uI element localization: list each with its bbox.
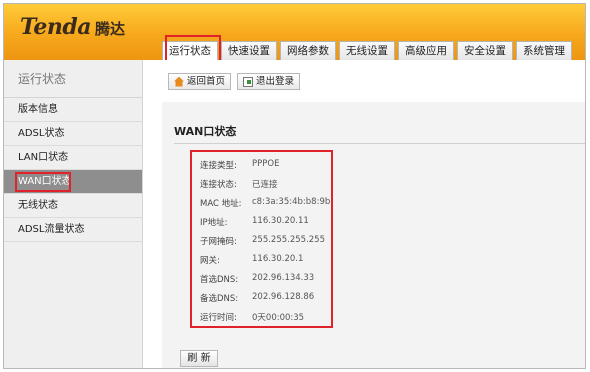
tab-quick-setup[interactable]: 快速设置 (221, 41, 277, 60)
info-label: MAC 地址: (200, 199, 242, 209)
sidebar-item-wireless-status[interactable]: 无线状态 (4, 194, 142, 218)
logo-text-en: Tenda (20, 14, 91, 40)
panel-divider (174, 143, 585, 144)
info-value: c8:3a:35:4b:b8:9b (252, 197, 331, 207)
info-row-connection-type: 连接类型: PPPOE (200, 159, 279, 171)
info-row-uptime: 运行时间: 0天00:00:35 (200, 311, 304, 323)
info-value: 0天00:00:35 (252, 313, 305, 323)
active-sidebar-highlight-box (15, 172, 71, 192)
logout-icon (243, 76, 254, 87)
sidebar-item-adsl-status[interactable]: ADSL状态 (4, 122, 142, 146)
toolbar: 返回首页 退出登录 (144, 60, 585, 98)
wan-status-panel: WAN口状态 连接类型: PPPOE 连接状态: 已连接 MAC 地址: c8:… (162, 102, 585, 368)
info-value: 116.30.20.11 (252, 216, 309, 226)
info-label: 连接状态: (200, 180, 237, 190)
router-admin-window: Tenda 腾达 运行状态 快速设置 网络参数 无线设置 高级应用 安全设置 系… (3, 3, 586, 369)
tenda-logo: Tenda 腾达 (20, 14, 125, 44)
info-label: 连接类型: (200, 161, 237, 171)
info-row-primary-dns: 首选DNS: 202.96.134.33 (200, 273, 314, 285)
header-bar: Tenda 腾达 运行状态 快速设置 网络参数 无线设置 高级应用 安全设置 系… (4, 4, 585, 60)
info-label: 首选DNS: (200, 275, 239, 285)
info-row-connection-status: 连接状态: 已连接 (200, 178, 278, 190)
info-row-ip-address: IP地址: 116.30.20.11 (200, 216, 309, 228)
sidebar-item-lan-status[interactable]: LAN口状态 (4, 146, 142, 170)
info-row-subnet-mask: 子网掩码: 255.255.255.255 (200, 235, 325, 247)
home-button-label: 返回首页 (187, 76, 226, 87)
info-label: 子网掩码: (200, 237, 237, 247)
info-row-mac-address: MAC 地址: c8:3a:35:4b:b8:9b (200, 197, 330, 209)
tab-system[interactable]: 系统管理 (516, 41, 572, 60)
tab-wireless[interactable]: 无线设置 (339, 41, 395, 60)
refresh-button[interactable]: 刷 新 (180, 350, 218, 367)
info-value: 255.255.255.255 (252, 235, 326, 245)
panel-title: WAN口状态 (174, 125, 237, 138)
tab-advanced[interactable]: 高级应用 (398, 41, 454, 60)
info-value: 202.96.134.33 (252, 273, 315, 283)
sidebar: 运行状态 版本信息 ADSL状态 LAN口状态 WAN口状态 无线状态 ADSL… (4, 60, 143, 368)
info-label: IP地址: (200, 218, 228, 228)
info-row-secondary-dns: 备选DNS: 202.96.128.86 (200, 292, 314, 304)
active-tab-highlight-box (165, 35, 221, 63)
info-value: PPPOE (252, 159, 280, 169)
logo-text-cn: 腾达 (94, 20, 125, 38)
sidebar-title: 运行状态 (4, 60, 142, 98)
sidebar-item-adsl-traffic[interactable]: ADSL流量状态 (4, 218, 142, 242)
info-label: 备选DNS: (200, 294, 239, 304)
main-content: 返回首页 退出登录 WAN口状态 连接类型: PPPOE 连接状态: 已连接 M… (144, 60, 585, 368)
logout-button[interactable]: 退出登录 (237, 73, 301, 90)
tab-network[interactable]: 网络参数 (280, 41, 336, 60)
info-value: 202.96.128.86 (252, 292, 315, 302)
info-value: 已连接 (252, 180, 278, 190)
tab-security[interactable]: 安全设置 (457, 41, 513, 60)
info-row-gateway: 网关: 116.30.20.1 (200, 254, 303, 266)
sidebar-item-version[interactable]: 版本信息 (4, 98, 142, 122)
info-value: 116.30.20.1 (252, 254, 304, 264)
wan-info-highlight-box: 连接类型: PPPOE 连接状态: 已连接 MAC 地址: c8:3a:35:4… (190, 150, 333, 328)
logout-button-label: 退出登录 (256, 76, 295, 87)
main-nav-tabs: 运行状态 快速设置 网络参数 无线设置 高级应用 安全设置 系统管理 (162, 41, 575, 60)
info-label: 运行时间: (200, 313, 237, 323)
info-label: 网关: (200, 256, 220, 266)
home-button[interactable]: 返回首页 (168, 73, 232, 90)
home-icon (174, 76, 184, 87)
